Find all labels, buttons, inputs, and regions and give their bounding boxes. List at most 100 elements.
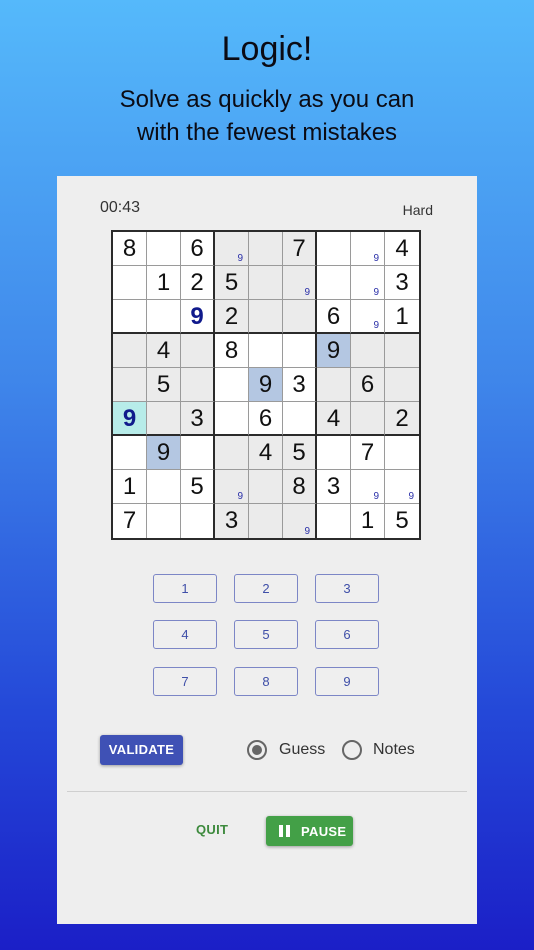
sudoku-cell-r9c8[interactable]: 1 <box>351 504 385 538</box>
sudoku-cell-r3c6[interactable] <box>283 300 317 334</box>
sudoku-cell-r9c3[interactable] <box>181 504 215 538</box>
sudoku-cell-r9c4[interactable]: 3 <box>215 504 249 538</box>
sudoku-cell-r6c9[interactable]: 2 <box>385 402 419 436</box>
sudoku-cell-r1c1[interactable]: 8 <box>113 232 147 266</box>
sudoku-cell-r2c7[interactable] <box>317 266 351 300</box>
sudoku-cell-r4c6[interactable] <box>283 334 317 368</box>
sudoku-cell-r7c5[interactable]: 4 <box>249 436 283 470</box>
sudoku-cell-r3c4[interactable]: 2 <box>215 300 249 334</box>
guess-radio-label[interactable]: Guess <box>279 740 325 760</box>
sudoku-cell-r6c2[interactable] <box>147 402 181 436</box>
sudoku-cell-r3c7[interactable]: 6 <box>317 300 351 334</box>
sudoku-cell-r7c3[interactable] <box>181 436 215 470</box>
keypad-button-6[interactable]: 6 <box>315 620 379 649</box>
sudoku-cell-r8c6[interactable]: 8 <box>283 470 317 504</box>
sudoku-cell-r5c7[interactable] <box>317 368 351 402</box>
sudoku-cell-r3c3[interactable]: 9 <box>181 300 215 334</box>
sudoku-cell-r3c9[interactable]: 1 <box>385 300 419 334</box>
sudoku-cell-r9c5[interactable] <box>249 504 283 538</box>
sudoku-cell-r4c4[interactable]: 8 <box>215 334 249 368</box>
sudoku-cell-r9c1[interactable]: 7 <box>113 504 147 538</box>
quit-button[interactable]: QUIT <box>196 822 228 837</box>
sudoku-cell-r1c8[interactable]: 9 <box>351 232 385 266</box>
sudoku-cell-r2c4[interactable]: 5 <box>215 266 249 300</box>
sudoku-cell-r9c9[interactable]: 5 <box>385 504 419 538</box>
keypad-button-2[interactable]: 2 <box>234 574 298 603</box>
keypad-button-9[interactable]: 9 <box>315 667 379 696</box>
keypad-button-3[interactable]: 3 <box>315 574 379 603</box>
sudoku-cell-r2c2[interactable]: 1 <box>147 266 181 300</box>
sudoku-cell-r1c5[interactable] <box>249 232 283 266</box>
sudoku-cell-r7c1[interactable] <box>113 436 147 470</box>
sudoku-cell-r9c2[interactable] <box>147 504 181 538</box>
sudoku-cell-r2c9[interactable]: 3 <box>385 266 419 300</box>
sudoku-cell-r2c8[interactable]: 9 <box>351 266 385 300</box>
sudoku-cell-r6c4[interactable] <box>215 402 249 436</box>
sudoku-cell-r6c8[interactable] <box>351 402 385 436</box>
sudoku-cell-r1c3[interactable]: 6 <box>181 232 215 266</box>
sudoku-cell-r2c6[interactable]: 9 <box>283 266 317 300</box>
sudoku-cell-r2c3[interactable]: 2 <box>181 266 215 300</box>
keypad-button-5[interactable]: 5 <box>234 620 298 649</box>
guess-radio[interactable] <box>247 740 267 760</box>
sudoku-cell-r5c6[interactable]: 3 <box>283 368 317 402</box>
sudoku-cell-r6c3[interactable]: 3 <box>181 402 215 436</box>
sudoku-cell-r2c1[interactable] <box>113 266 147 300</box>
sudoku-cell-r3c8[interactable]: 9 <box>351 300 385 334</box>
sudoku-cell-r7c8[interactable]: 7 <box>351 436 385 470</box>
sudoku-cell-r8c8[interactable]: 9 <box>351 470 385 504</box>
sudoku-cell-r1c2[interactable] <box>147 232 181 266</box>
sudoku-cell-r3c5[interactable] <box>249 300 283 334</box>
sudoku-cell-r7c4[interactable] <box>215 436 249 470</box>
sudoku-cell-r4c8[interactable] <box>351 334 385 368</box>
sudoku-cell-r1c4[interactable]: 9 <box>215 232 249 266</box>
sudoku-cell-r4c2[interactable]: 4 <box>147 334 181 368</box>
sudoku-cell-r7c6[interactable]: 5 <box>283 436 317 470</box>
keypad-button-8[interactable]: 8 <box>234 667 298 696</box>
sudoku-cell-r8c4[interactable]: 9 <box>215 470 249 504</box>
sudoku-cell-r3c2[interactable] <box>147 300 181 334</box>
sudoku-cell-r5c5[interactable]: 9 <box>249 368 283 402</box>
sudoku-cell-r9c7[interactable] <box>317 504 351 538</box>
sudoku-cell-r5c8[interactable]: 6 <box>351 368 385 402</box>
sudoku-cell-r6c5[interactable]: 6 <box>249 402 283 436</box>
sudoku-cell-r4c5[interactable] <box>249 334 283 368</box>
sudoku-cell-r8c2[interactable] <box>147 470 181 504</box>
validate-button[interactable]: VALIDATE <box>100 735 183 765</box>
sudoku-cell-r6c6[interactable] <box>283 402 317 436</box>
cell-note: 9 <box>304 287 310 298</box>
sudoku-cell-r8c7[interactable]: 3 <box>317 470 351 504</box>
cell-value: 5 <box>395 507 409 534</box>
notes-radio[interactable] <box>342 740 362 760</box>
sudoku-cell-r8c1[interactable]: 1 <box>113 470 147 504</box>
sudoku-cell-r4c9[interactable] <box>385 334 419 368</box>
sudoku-cell-r6c7[interactable]: 4 <box>317 402 351 436</box>
subtitle-line-1: Solve as quickly as you can <box>119 86 415 113</box>
sudoku-cell-r2c5[interactable] <box>249 266 283 300</box>
sudoku-cell-r5c2[interactable]: 5 <box>147 368 181 402</box>
sudoku-cell-r6c1[interactable]: 9 <box>113 402 147 436</box>
sudoku-cell-r5c3[interactable] <box>181 368 215 402</box>
sudoku-cell-r5c9[interactable] <box>385 368 419 402</box>
pause-button[interactable]: PAUSE <box>266 816 353 846</box>
sudoku-cell-r7c7[interactable] <box>317 436 351 470</box>
sudoku-cell-r9c6[interactable]: 9 <box>283 504 317 538</box>
sudoku-cell-r4c7[interactable]: 9 <box>317 334 351 368</box>
sudoku-cell-r7c2[interactable]: 9 <box>147 436 181 470</box>
sudoku-cell-r3c1[interactable] <box>113 300 147 334</box>
notes-radio-label[interactable]: Notes <box>373 740 415 760</box>
sudoku-cell-r1c6[interactable]: 7 <box>283 232 317 266</box>
sudoku-cell-r4c3[interactable] <box>181 334 215 368</box>
sudoku-cell-r5c4[interactable] <box>215 368 249 402</box>
sudoku-cell-r8c5[interactable] <box>249 470 283 504</box>
sudoku-cell-r4c1[interactable] <box>113 334 147 368</box>
sudoku-cell-r1c7[interactable] <box>317 232 351 266</box>
keypad-button-4[interactable]: 4 <box>153 620 217 649</box>
sudoku-cell-r5c1[interactable] <box>113 368 147 402</box>
keypad-button-1[interactable]: 1 <box>153 574 217 603</box>
keypad-button-7[interactable]: 7 <box>153 667 217 696</box>
sudoku-cell-r7c9[interactable] <box>385 436 419 470</box>
sudoku-cell-r8c9[interactable]: 9 <box>385 470 419 504</box>
sudoku-cell-r8c3[interactable]: 5 <box>181 470 215 504</box>
sudoku-cell-r1c9[interactable]: 4 <box>385 232 419 266</box>
